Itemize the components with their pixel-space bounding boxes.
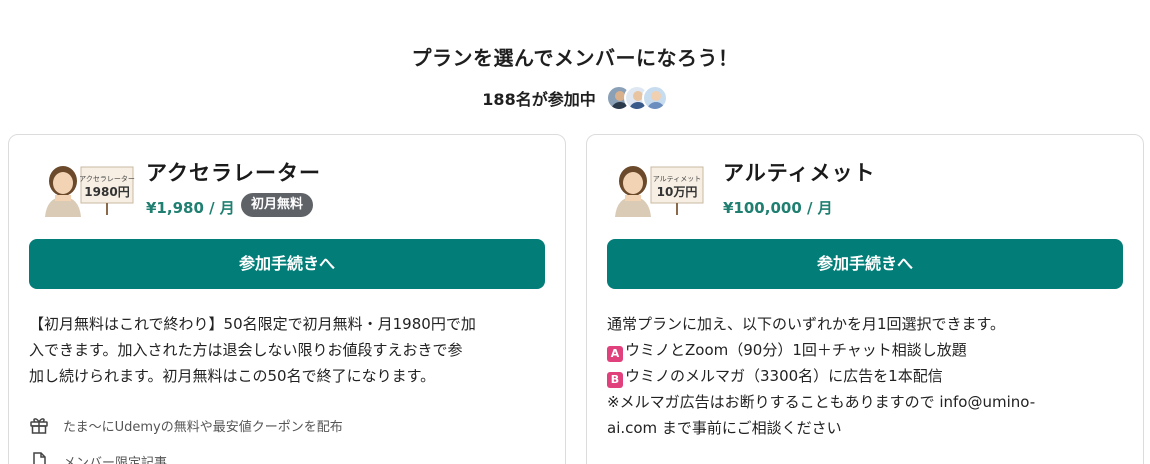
thumb-price: 10万円 bbox=[657, 185, 698, 199]
feature-label: たま〜にUdemyの無料や最安値クーポンを配布 bbox=[63, 419, 343, 435]
plan-card-accelerator: アクセラレーター 1980円 アクセラレーター ¥1,980 / 月 初月無料 … bbox=[8, 134, 566, 464]
description-line: 入できます。加入された方は退会しない限りお値段すえおきで参 bbox=[29, 341, 463, 359]
plan-card-ultimate: アルティメット 10万円 アルティメット ¥100,000 / 月 参加手続きへ… bbox=[586, 134, 1144, 464]
join-button[interactable]: 参加手続きへ bbox=[29, 239, 545, 289]
thumb-price: 1980円 bbox=[84, 185, 129, 199]
gift-icon bbox=[30, 418, 48, 434]
avatar bbox=[641, 85, 668, 111]
option-a-text: ウミノとZoom（90分）1回＋チャット相談し放題 bbox=[625, 341, 967, 359]
description-line: ai.com まで事前にご相談ください bbox=[607, 419, 842, 437]
participants-count: 188名が参加中 bbox=[482, 90, 596, 109]
option-a-icon: A bbox=[607, 346, 623, 362]
plan-price: ¥1,980 / 月 bbox=[146, 199, 235, 217]
plan-name: アルティメット bbox=[723, 161, 876, 185]
avatar-group bbox=[605, 85, 668, 111]
description-line: 通常プランに加え、以下のいずれかを月1回選択できます。 bbox=[607, 315, 1006, 333]
feature-list: たま〜にUdemyの無料や最安値クーポンを配布 メンバー限定記事 bbox=[29, 407, 549, 464]
feature-item: たま〜にUdemyの無料や最安値クーポンを配布 bbox=[29, 407, 549, 443]
document-icon bbox=[33, 452, 46, 464]
free-first-month-badge: 初月無料 bbox=[241, 193, 314, 217]
description-line: 加し続けられます。初月無料はこの50名で終了になります。 bbox=[29, 367, 436, 385]
plan-thumbnail: アクセラレーター 1980円 bbox=[37, 159, 135, 217]
description-option: A ウミノとZoom（90分）1回＋チャット相談し放題 bbox=[607, 337, 1127, 363]
option-b-icon: B bbox=[607, 372, 623, 388]
plan-name: アクセラレーター bbox=[146, 161, 321, 185]
option-b-text: ウミノのメルマガ（3300名）に広告を1本配信 bbox=[625, 367, 943, 385]
feature-label: メンバー限定記事 bbox=[63, 455, 168, 464]
thumb-caption: アクセラレーター bbox=[79, 174, 135, 183]
page-title: プランを選んでメンバーになろう！ bbox=[411, 46, 739, 70]
description-line: ※メルマガ広告はお断りすることもありますので info@umino- bbox=[607, 393, 1036, 411]
join-button[interactable]: 参加手続きへ bbox=[607, 239, 1123, 289]
feature-item: メンバー限定記事 bbox=[29, 443, 549, 464]
thumb-caption: アルティメット bbox=[653, 175, 702, 183]
plan-description: 【初月無料はこれで終わり】50名限定で初月無料・月1980円で加 入できます。加… bbox=[29, 311, 549, 389]
plan-thumbnail: アルティメット 10万円 bbox=[607, 159, 705, 217]
plan-price: ¥100,000 / 月 bbox=[723, 199, 833, 217]
description-option: B ウミノのメルマガ（3300名）に広告を1本配信 bbox=[607, 363, 1127, 389]
participants-row: 188名が参加中 bbox=[0, 85, 1150, 111]
plan-description: 通常プランに加え、以下のいずれかを月1回選択できます。 A ウミノとZoom（90… bbox=[607, 311, 1127, 441]
description-line: 【初月無料はこれで終わり】50名限定で初月無料・月1980円で加 bbox=[29, 315, 476, 333]
